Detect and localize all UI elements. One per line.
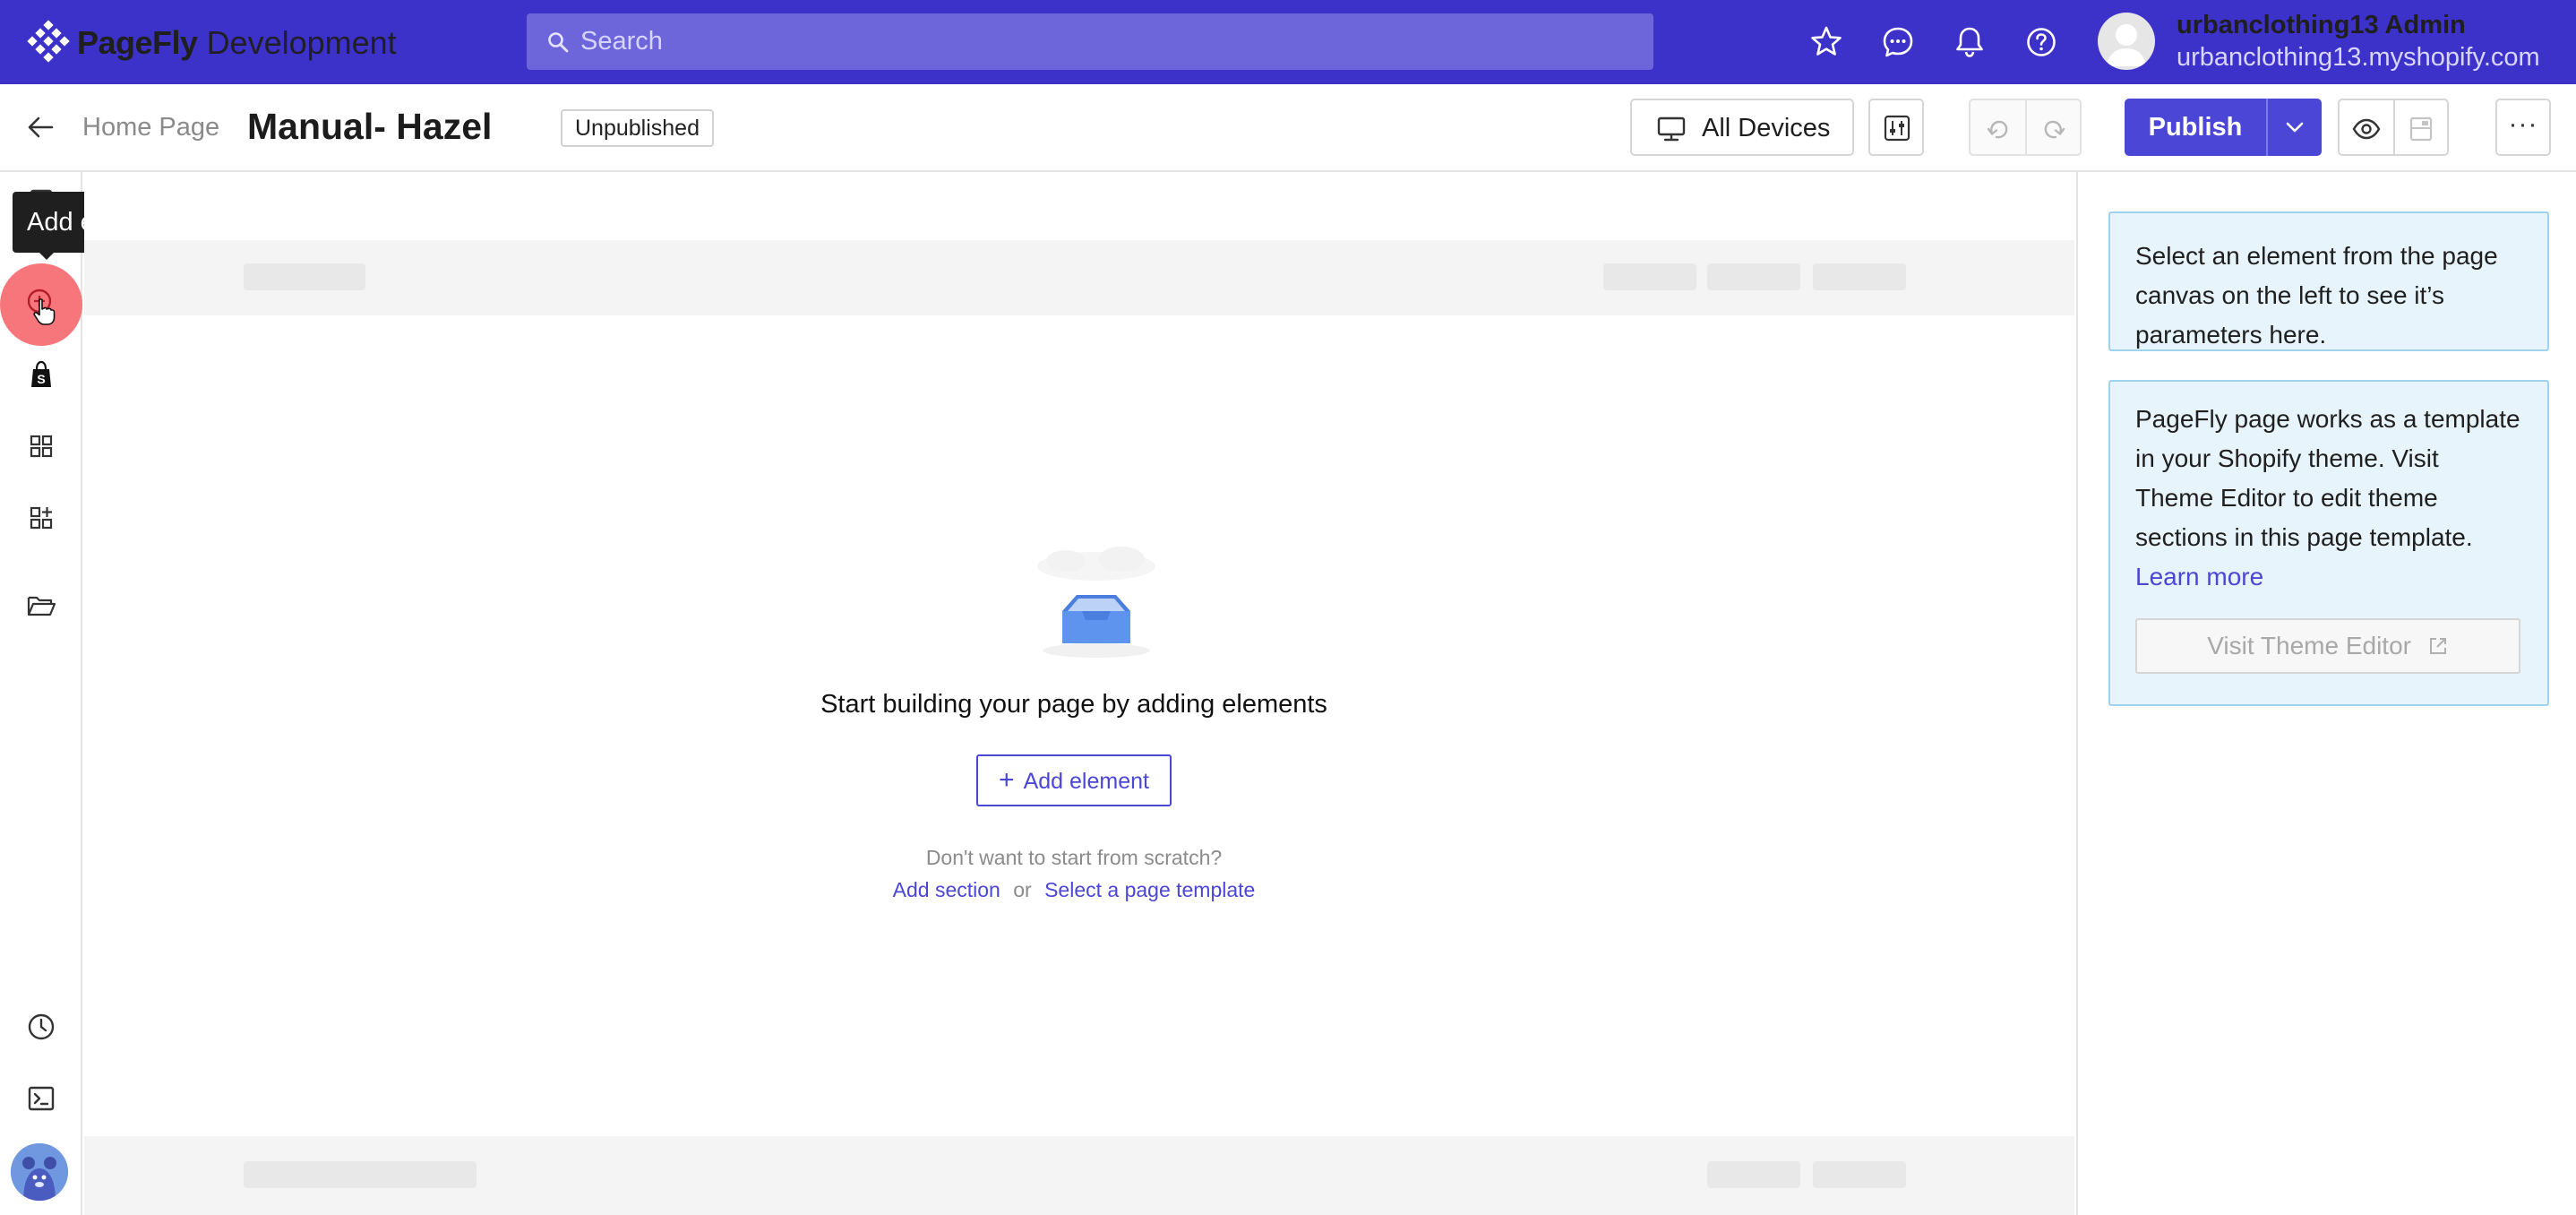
brand-title: PageFly Development: [77, 23, 397, 63]
select-element-hint: Select an element from the page canvas o…: [2108, 211, 2549, 351]
eye-icon[interactable]: [2352, 116, 2381, 142]
skeleton-footer-item: [1813, 1161, 1906, 1188]
publish-options-button[interactable]: [2266, 99, 2322, 156]
skeleton-nav-item: [1707, 263, 1800, 290]
all-devices-label: All Devices: [1702, 114, 1831, 142]
terminal-icon[interactable]: [23, 1081, 59, 1116]
layout-grid-icon[interactable]: [23, 428, 59, 464]
add-element-button-label: Add element: [1023, 769, 1149, 794]
tooltip-arrow: [38, 251, 56, 260]
plus-icon: +: [999, 765, 1015, 795]
select-page-template-link[interactable]: Select a page template: [1044, 878, 1255, 901]
folder-icon[interactable]: [23, 588, 59, 624]
bell-icon[interactable]: [1951, 23, 1988, 61]
pagefly-logo[interactable]: [27, 20, 70, 63]
add-section-link[interactable]: Add section: [893, 878, 1000, 901]
star-icon[interactable]: [1807, 23, 1845, 61]
publish-button[interactable]: Publish: [2125, 99, 2266, 156]
visit-theme-editor-label: Visit Theme Editor: [2207, 632, 2411, 659]
add-element-highlight[interactable]: [0, 263, 82, 346]
mascot-icon: [11, 1143, 68, 1201]
visit-theme-editor-button[interactable]: Visit Theme Editor: [2135, 618, 2520, 674]
search-icon: [548, 32, 569, 53]
empty-inbox-icon: [1037, 547, 1155, 658]
desktop-icon: [1657, 116, 1686, 142]
skeleton-nav-item: [1813, 263, 1906, 290]
select-element-hint-text: Select an element from the page canvas o…: [2135, 242, 2498, 349]
empty-state-title: Start building your page by adding eleme…: [820, 690, 1327, 719]
help-icon[interactable]: [2022, 23, 2060, 61]
user-name[interactable]: urbanclothing13 Admin: [2177, 9, 2466, 41]
redo-icon[interactable]: [2040, 116, 2067, 142]
brand-name: PageFly: [77, 24, 198, 61]
user-avatar[interactable]: [2098, 13, 2155, 70]
search-bar[interactable]: [527, 13, 1653, 70]
svg-text:S: S: [37, 372, 45, 386]
page-settings-button[interactable]: [1868, 99, 1924, 156]
hand-cursor-icon: [33, 298, 56, 325]
history-icon[interactable]: [23, 1009, 59, 1045]
preview-divider: [2393, 100, 2395, 154]
theme-info-text: PageFly page works as a template in your…: [2135, 405, 2520, 551]
skeleton-nav-item: [1603, 263, 1696, 290]
skeleton-logo: [244, 263, 365, 290]
add-widget-icon[interactable]: [23, 500, 59, 536]
add-element-button[interactable]: + Add element: [976, 754, 1172, 806]
shopify-icon[interactable]: S: [23, 357, 59, 392]
chevron-down-icon: [2286, 122, 2304, 133]
status-badge: Unpublished: [561, 109, 714, 147]
or-text: or: [1013, 878, 1032, 901]
all-devices-button[interactable]: All Devices: [1630, 99, 1854, 156]
learn-more-link[interactable]: Learn more: [2135, 563, 2263, 590]
preview-group: [2338, 99, 2449, 156]
undo-icon[interactable]: [1985, 116, 2012, 142]
template-links: Add section or Select a page template: [0, 876, 2148, 903]
undo-redo-group: [1969, 99, 2082, 156]
chat-icon[interactable]: [1879, 23, 1917, 61]
page-title[interactable]: Manual- Hazel: [247, 104, 492, 149]
search-input[interactable]: [579, 13, 1636, 70]
back-link-home-page[interactable]: Home Page: [82, 111, 219, 143]
external-link-icon: [2429, 638, 2446, 654]
skeleton-footer-text: [244, 1161, 477, 1188]
more-options-button[interactable]: ···: [2495, 99, 2551, 156]
sliders-icon: [1884, 115, 1911, 142]
user-domain[interactable]: urbanclothing13.myshopify.com: [2177, 41, 2540, 73]
user-avatar-icon: [2107, 24, 2146, 66]
skeleton-footer-item: [1707, 1161, 1800, 1188]
undo-redo-divider: [2025, 100, 2027, 154]
scratch-prompt: Don't want to start from scratch?: [925, 846, 1223, 869]
page-layout-icon[interactable]: [2408, 116, 2434, 142]
back-arrow-icon[interactable]: [25, 111, 57, 143]
mascot-avatar[interactable]: [11, 1143, 68, 1201]
brand-env: Development: [206, 24, 397, 61]
